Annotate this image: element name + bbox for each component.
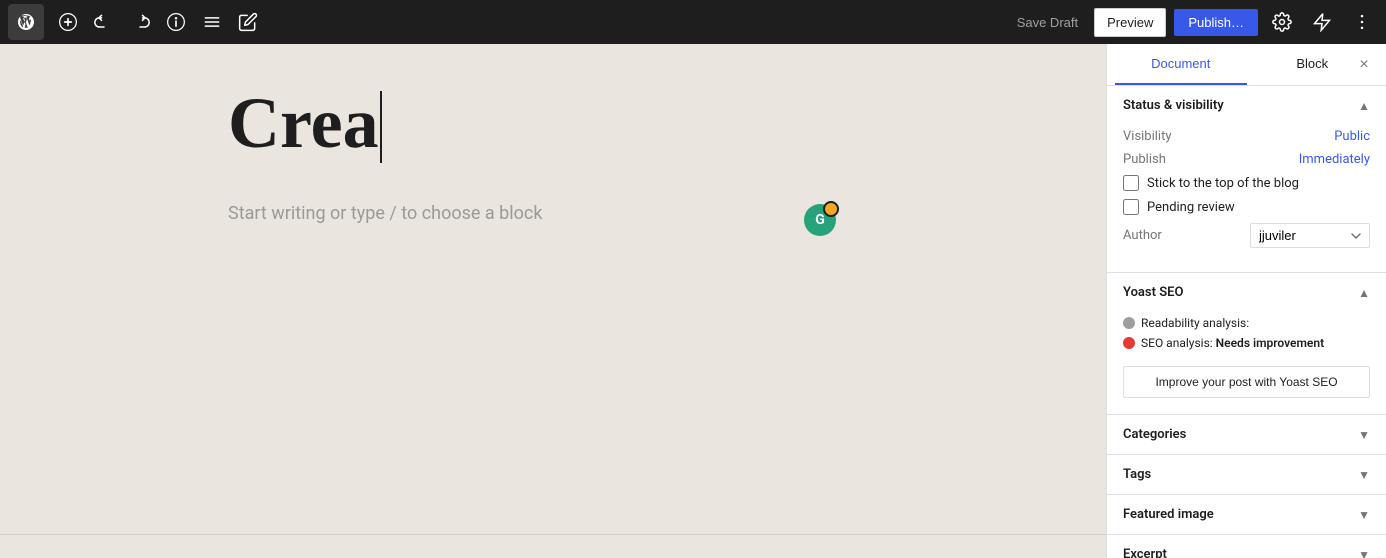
settings-button[interactable] — [1266, 6, 1298, 38]
excerpt-header[interactable]: Excerpt ▼ — [1107, 535, 1386, 558]
author-label: Author — [1123, 228, 1162, 243]
categories-section: Categories ▼ — [1107, 415, 1386, 455]
toolbar: Save Draft Preview Publish… — [0, 0, 1386, 44]
visibility-row: Visibility Public — [1123, 129, 1370, 144]
yoast-improve-button[interactable]: Improve your post with Yoast SEO — [1123, 366, 1370, 398]
sidebar: Document Block × Status & visibility ▲ V… — [1106, 44, 1386, 558]
author-select[interactable]: jjuviler — [1250, 223, 1370, 248]
editor-area[interactable]: Crea Start writing or type / to choose a… — [0, 44, 1106, 558]
editor-content: Crea Start writing or type / to choose a… — [228, 84, 878, 232]
excerpt-title: Excerpt — [1123, 547, 1167, 558]
info-button[interactable] — [160, 6, 192, 38]
tools-button[interactable] — [232, 6, 264, 38]
list-view-button[interactable] — [196, 6, 228, 38]
editor-bottom-bar — [0, 534, 1106, 558]
seo-status-text: Needs improvement — [1216, 336, 1324, 350]
toolbar-right: Save Draft Preview Publish… — [1009, 0, 1378, 44]
status-visibility-title: Status & visibility — [1123, 98, 1224, 113]
featured-image-section: Featured image ▼ — [1107, 495, 1386, 535]
sidebar-close-button[interactable]: × — [1350, 51, 1378, 79]
status-visibility-section: Status & visibility ▲ Visibility Public … — [1107, 86, 1386, 273]
grammarly-circle: G — [804, 204, 836, 236]
status-visibility-content: Visibility Public Publish Immediately St… — [1107, 125, 1386, 272]
preview-button[interactable]: Preview — [1094, 8, 1166, 37]
undo-icon — [94, 12, 114, 32]
stick-top-row: Stick to the top of the blog — [1123, 175, 1370, 191]
readability-row: Readability analysis: — [1123, 316, 1370, 330]
title-block[interactable]: Crea — [228, 84, 878, 163]
info-icon — [166, 12, 186, 32]
seo-dot — [1123, 337, 1135, 349]
add-block-button[interactable] — [52, 6, 84, 38]
visibility-value[interactable]: Public — [1334, 129, 1370, 144]
yoast-seo-section: Yoast SEO ▲ Readability analysis: SEO an… — [1107, 273, 1386, 415]
redo-button[interactable] — [124, 6, 156, 38]
list-view-icon — [202, 12, 222, 32]
author-row: Author jjuviler — [1123, 223, 1370, 248]
sidebar-tabs: Document Block × — [1107, 44, 1386, 86]
grammarly-widget[interactable]: G — [804, 204, 836, 236]
main-layout: Crea Start writing or type / to choose a… — [0, 44, 1386, 558]
edit-icon — [238, 12, 258, 32]
excerpt-chevron: ▼ — [1358, 548, 1370, 558]
yoast-chevron: ▲ — [1358, 286, 1370, 300]
more-options-button[interactable] — [1346, 6, 1378, 38]
yoast-content: Readability analysis: SEO analysis: Need… — [1107, 312, 1386, 414]
pending-review-row: Pending review — [1123, 199, 1370, 215]
publish-value[interactable]: Immediately — [1299, 152, 1370, 167]
categories-header[interactable]: Categories ▼ — [1107, 415, 1386, 454]
readability-text: Readability analysis: — [1141, 316, 1249, 330]
excerpt-section: Excerpt ▼ — [1107, 535, 1386, 558]
pending-review-checkbox[interactable] — [1123, 199, 1139, 215]
stick-top-checkbox[interactable] — [1123, 175, 1139, 191]
pending-review-label: Pending review — [1147, 200, 1235, 215]
tags-chevron: ▼ — [1358, 468, 1370, 482]
visibility-label: Visibility — [1123, 129, 1172, 144]
tags-title: Tags — [1123, 467, 1151, 482]
undo-button[interactable] — [88, 6, 120, 38]
publish-row: Publish Immediately — [1123, 152, 1370, 167]
readability-dot — [1123, 317, 1135, 329]
featured-image-title: Featured image — [1123, 507, 1214, 522]
editor-tools-button[interactable] — [1306, 6, 1338, 38]
publish-button[interactable]: Publish… — [1174, 9, 1258, 36]
categories-chevron: ▼ — [1358, 428, 1370, 442]
tags-section: Tags ▼ — [1107, 455, 1386, 495]
seo-analysis-row: SEO analysis: Needs improvement — [1123, 336, 1370, 350]
featured-image-header[interactable]: Featured image ▼ — [1107, 495, 1386, 534]
seo-analysis-text: SEO analysis: Needs improvement — [1141, 336, 1324, 350]
grammarly-g-letter: G — [815, 212, 825, 228]
save-draft-button[interactable]: Save Draft — [1009, 9, 1086, 36]
add-icon — [58, 12, 78, 32]
toolbar-left — [8, 4, 264, 40]
yoast-header[interactable]: Yoast SEO ▲ — [1107, 273, 1386, 312]
tab-document[interactable]: Document — [1115, 44, 1247, 85]
post-title[interactable]: Crea — [228, 83, 379, 163]
tags-header[interactable]: Tags ▼ — [1107, 455, 1386, 494]
gear-icon — [1272, 12, 1292, 32]
status-visibility-chevron: ▲ — [1358, 99, 1370, 113]
featured-image-chevron: ▼ — [1358, 508, 1370, 522]
redo-icon — [130, 12, 150, 32]
publish-label: Publish — [1123, 152, 1166, 167]
content-placeholder[interactable]: Start writing or type / to choose a bloc… — [228, 195, 878, 232]
categories-title: Categories — [1123, 427, 1186, 442]
status-visibility-header[interactable]: Status & visibility ▲ — [1107, 86, 1386, 125]
wp-logo-icon — [16, 12, 36, 32]
cursor — [380, 91, 382, 163]
yoast-title: Yoast SEO — [1123, 285, 1183, 300]
more-vertical-icon — [1352, 12, 1372, 32]
wp-logo-button[interactable] — [8, 4, 44, 40]
stick-top-label: Stick to the top of the blog — [1147, 176, 1299, 191]
lightning-icon — [1312, 12, 1332, 32]
